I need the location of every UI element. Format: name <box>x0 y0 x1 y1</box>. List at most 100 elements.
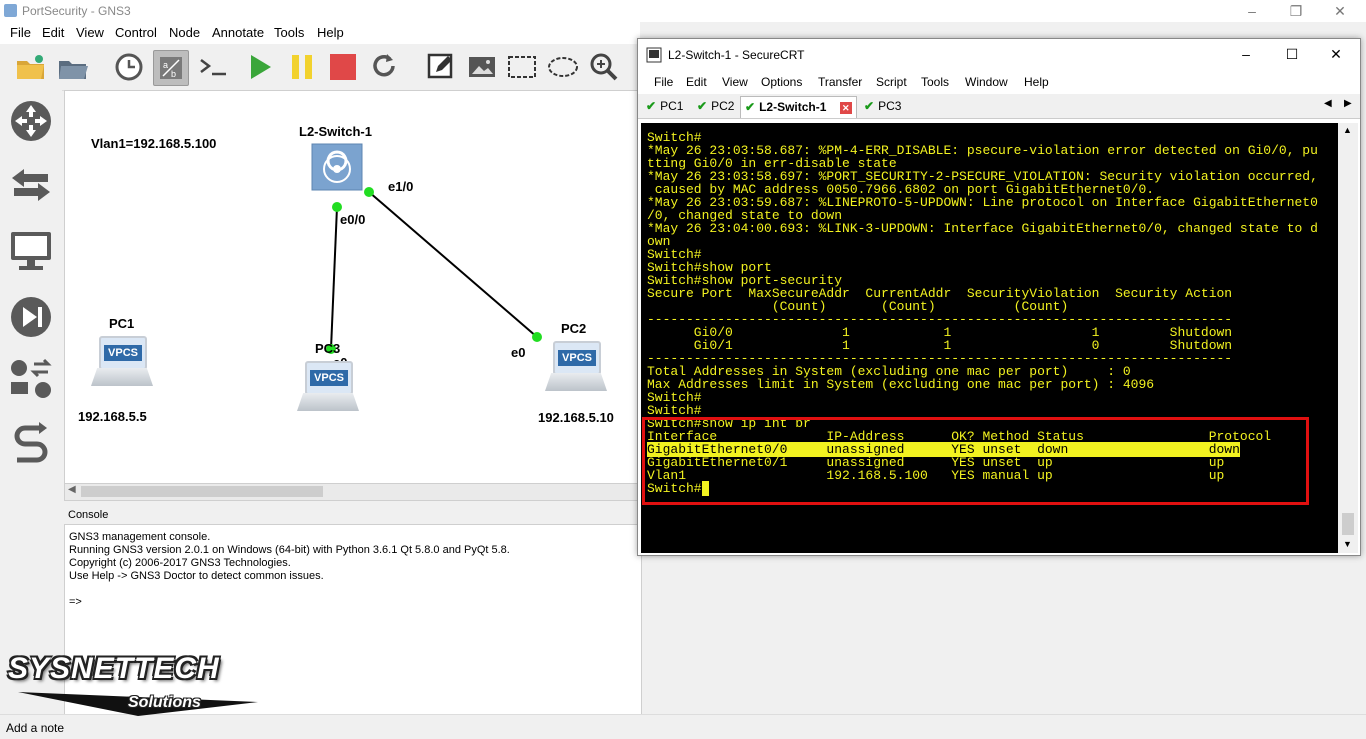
menu-help[interactable]: Help <box>317 25 344 40</box>
console-prompt: => <box>69 596 82 608</box>
securecrt-app-icon <box>646 47 662 63</box>
connected-check-icon: ✔ <box>697 99 708 113</box>
crt-menu-edit[interactable]: Edit <box>686 75 707 89</box>
browse-all-devices-icon[interactable] <box>8 356 54 402</box>
status-text: Add a note <box>6 721 65 735</box>
draw-rectangle-icon[interactable] <box>505 50 539 84</box>
switch-node[interactable] <box>311 143 363 191</box>
pc1-node[interactable]: VPCS <box>91 336 153 390</box>
crt-menu-transfer[interactable]: Transfer <box>818 75 862 89</box>
link-dot-e1-0 <box>364 187 374 197</box>
tab-l2-switch-1[interactable]: ✔ L2-Switch-1 ✕ <box>740 96 857 118</box>
link-switch-pc3 <box>330 206 338 350</box>
scroll-thumb[interactable] <box>1342 513 1354 535</box>
vlan-note[interactable]: Vlan1=192.168.5.100 <box>91 136 216 151</box>
tab-scroll-right-icon[interactable]: ▶ <box>1344 98 1352 109</box>
menu-control[interactable]: Control <box>115 25 157 40</box>
minimize-icon[interactable]: – <box>1234 2 1270 20</box>
start-all-icon[interactable] <box>243 50 277 84</box>
draw-ellipse-icon[interactable] <box>546 50 580 84</box>
switch-icon <box>311 143 363 191</box>
snapshot-clock-icon[interactable] <box>112 50 146 84</box>
browse-security-devices-icon[interactable] <box>8 294 54 340</box>
tab-scroll-left-icon[interactable]: ◀ <box>1324 98 1332 109</box>
terminal-line: Max Addresses limit in System (excluding… <box>647 377 1155 392</box>
svg-text:a: a <box>163 60 168 70</box>
link-dot-e0-0 <box>332 202 342 212</box>
topology-canvas[interactable]: Vlan1=192.168.5.100 L2-Switch-1 e1/0 e0/… <box>64 90 642 485</box>
pc2-label[interactable]: PC2 <box>561 321 586 336</box>
zoom-in-icon[interactable] <box>587 50 621 84</box>
port-label-pc2-e0: e0 <box>511 345 526 360</box>
crt-menu-help[interactable]: Help <box>1024 75 1049 89</box>
console-line: Running GNS3 version 2.0.1 on Windows (6… <box>69 544 510 556</box>
connected-check-icon: ✔ <box>745 100 756 114</box>
crt-minimize-icon[interactable]: – <box>1228 45 1264 63</box>
securecrt-window-title: L2-Switch-1 - SecureCRT <box>668 48 805 62</box>
status-bar: Add a note <box>0 714 1366 739</box>
pc3-node[interactable]: VPCS <box>297 361 359 415</box>
gns3-app-icon <box>4 4 17 17</box>
scroll-left-icon[interactable]: ◀ <box>68 484 76 495</box>
svg-text:b: b <box>171 69 176 79</box>
add-note-icon[interactable] <box>424 50 458 84</box>
suspend-all-icon[interactable] <box>285 50 319 84</box>
menu-annotate[interactable]: Annotate <box>212 25 264 40</box>
device-type-dock <box>0 90 62 480</box>
session-tabs: ✔ PC1 ✔ PC2 ✔ L2-Switch-1 ✕ ✔ PC3 ◀ ▶ <box>638 94 1360 119</box>
crt-menu-script[interactable]: Script <box>876 75 907 89</box>
scroll-thumb[interactable] <box>81 486 323 497</box>
pc1-ip: 192.168.5.5 <box>78 409 147 424</box>
browse-end-devices-icon[interactable] <box>8 228 54 274</box>
menu-tools[interactable]: Tools <box>274 25 304 40</box>
tab-close-icon[interactable]: ✕ <box>839 101 852 114</box>
switch-label[interactable]: L2-Switch-1 <box>299 124 372 139</box>
terminal-vertical-scrollbar[interactable]: ▲ ▼ <box>1338 123 1358 553</box>
crt-menu-file[interactable]: File <box>654 75 673 89</box>
crt-menu-window[interactable]: Window <box>965 75 1008 89</box>
canvas-horizontal-scrollbar[interactable]: ◀ <box>64 483 642 501</box>
crt-maximize-icon[interactable]: ☐ <box>1274 45 1310 63</box>
watermark-subtitle: Solutions <box>128 694 201 711</box>
watermark-brand: SYSNETTECH <box>8 652 220 685</box>
close-icon[interactable]: ✕ <box>1322 2 1358 20</box>
new-project-icon[interactable] <box>14 50 48 84</box>
connected-check-icon: ✔ <box>864 99 875 113</box>
console-all-icon[interactable] <box>196 50 230 84</box>
insert-image-icon[interactable] <box>465 50 499 84</box>
vpcs-icon: VPCS <box>305 361 353 395</box>
restore-icon[interactable]: ❐ <box>1278 2 1314 20</box>
port-label-e0-0: e0/0 <box>340 212 366 227</box>
browse-routers-icon[interactable] <box>8 98 54 144</box>
tab-pc3[interactable]: ✔ PC3 <box>860 96 905 117</box>
securecrt-menu-bar: File Edit View Options Transfer Script T… <box>638 71 1360 93</box>
menu-node[interactable]: Node <box>169 25 200 40</box>
link-switch-pc2 <box>368 191 538 338</box>
highlight-box <box>642 417 1309 505</box>
stop-all-icon[interactable] <box>326 50 360 84</box>
menu-file[interactable]: File <box>10 25 31 40</box>
crt-menu-options[interactable]: Options <box>761 75 802 89</box>
pc1-label[interactable]: PC1 <box>109 316 134 331</box>
add-link-icon[interactable] <box>8 420 54 466</box>
crt-menu-tools[interactable]: Tools <box>921 75 949 89</box>
tab-pc2[interactable]: ✔ PC2 <box>693 96 738 117</box>
tab-pc1[interactable]: ✔ PC1 <box>642 96 687 117</box>
browse-switches-icon[interactable] <box>8 162 54 208</box>
gns3-menu-bar: File Edit View Control Node Annotate Too… <box>0 22 640 44</box>
reload-all-icon[interactable] <box>367 50 401 84</box>
terminal-line: *May 26 23:04:00.693: %LINK-3-UPDOWN: In… <box>647 221 1318 236</box>
console-header: Console <box>64 506 640 524</box>
scroll-down-icon[interactable]: ▼ <box>1343 539 1352 549</box>
connected-check-icon: ✔ <box>646 99 657 113</box>
menu-edit[interactable]: Edit <box>42 25 64 40</box>
pc2-node[interactable]: VPCS <box>545 341 607 395</box>
port-label-e1-0: e1/0 <box>388 179 414 194</box>
menu-view[interactable]: View <box>76 25 104 40</box>
open-project-icon[interactable] <box>56 50 90 84</box>
show-interface-labels-icon[interactable]: ab <box>153 50 189 86</box>
pc3-label[interactable]: PC3 <box>315 341 340 356</box>
crt-close-icon[interactable]: ✕ <box>1318 45 1354 63</box>
scroll-up-icon[interactable]: ▲ <box>1343 125 1352 135</box>
crt-menu-view[interactable]: View <box>722 75 748 89</box>
